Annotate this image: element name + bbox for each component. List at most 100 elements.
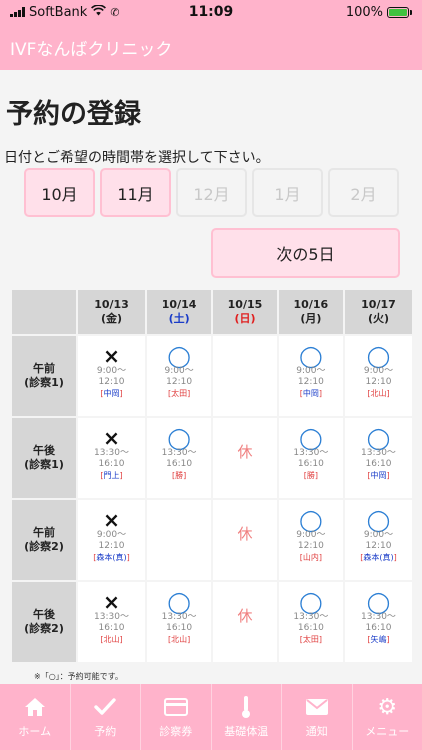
schedule-cell[interactable]: ◯ 13:30～ 16:10 [中岡] <box>344 418 412 498</box>
wifi-icon <box>91 3 107 20</box>
doctor-name: 門上 <box>103 471 120 480</box>
doctor-label: [中岡] <box>367 471 390 480</box>
schedule-row: 午前 (診察2) × 9:00～ 12:10 [森本(真)] 休 ◯ 9:00～ 12:10 [山内… <box>12 500 412 580</box>
call-icon: ✆ <box>110 5 120 19</box>
schedule-cell: × 9:00～ 12:10 [森本(真)] <box>78 500 146 580</box>
schedule-cell: × 9:00～ 12:10 [中岡] <box>78 336 146 416</box>
tab-label: 基礎体温 <box>224 725 269 738</box>
doctor-label: [勝] <box>171 471 187 480</box>
closed-mark: 休 <box>237 525 253 543</box>
next-5-days-button[interactable]: 次の5日 <box>211 228 400 278</box>
day-header: 10/13 (金) <box>78 290 146 334</box>
slot-header: 午前 (診察2) <box>12 500 76 580</box>
available-mark: ◯ <box>366 590 391 614</box>
day-date: 10/15 <box>227 298 263 311</box>
doctor-name: 山内 <box>302 553 319 562</box>
schedule-row: 午前 (診察1) × 9:00～ 12:10 [中岡] ◯ 9:00～ 12:10 [太田] ◯ 9:… <box>12 336 412 416</box>
schedule-row: 午後 (診察2) × 13:30～ 16:10 [北山] ◯ 13:30～ 16:10 [北山] 休… <box>12 582 412 662</box>
month-button-jan: 1月 <box>252 168 323 217</box>
schedule-cell[interactable]: ◯ 9:00～ 12:10 [北山] <box>344 336 412 416</box>
schedule-cell[interactable]: ◯ 9:00～ 12:10 [中岡] <box>278 336 343 416</box>
day-header: 10/16 (月) <box>278 290 343 334</box>
schedule-cell[interactable]: ◯ 13:30～ 16:10 [矢嶋] <box>344 582 412 662</box>
schedule-cell: 休 <box>213 500 277 580</box>
doctor-label: [森本(真)] <box>360 553 397 562</box>
day-weekday: (金) <box>100 312 123 325</box>
tab-notifications[interactable]: 通知 <box>282 684 353 750</box>
slot-time-end: 12:10 <box>365 541 392 551</box>
slot-time-end: 16:10 <box>166 459 193 469</box>
tab-basal-temperature[interactable]: 基礎体温 <box>212 684 282 750</box>
tab-patient-card[interactable]: 診察券 <box>141 684 212 750</box>
doctor-name: 勝 <box>306 471 315 480</box>
doctor-name: 森本(真) <box>363 553 394 562</box>
mail-icon <box>305 695 329 719</box>
doctor-name: 矢嶋 <box>370 635 387 644</box>
schedule-grid: 10/13 (金) 10/14 (土) 10/15 (日) 10/16 (月) 10/1… <box>10 288 414 664</box>
slot-time-end: 16:10 <box>98 623 125 633</box>
doctor-name: 中岡 <box>103 389 120 398</box>
slot-period: 午前 <box>33 526 55 539</box>
schedule-cell <box>213 336 277 416</box>
slot-time-start: 13:30～ <box>161 448 197 458</box>
month-button-oct[interactable]: 10月 <box>24 168 95 217</box>
schedule-cell[interactable]: ◯ 9:00～ 12:10 [森本(真)] <box>344 500 412 580</box>
schedule-cell[interactable]: ◯ 13:30～ 16:10 [太田] <box>278 582 343 662</box>
closed-mark: 休 <box>237 443 253 461</box>
slot-time-start: 13:30～ <box>361 448 396 458</box>
tab-label: メニュー <box>365 725 410 738</box>
tab-reservation[interactable]: 予約 <box>71 684 141 750</box>
available-mark: ◯ <box>167 426 191 450</box>
available-mark: ◯ <box>299 426 323 450</box>
schedule-cell[interactable]: ◯ 9:00～ 12:10 [山内] <box>278 500 343 580</box>
tab-label: 診察券 <box>159 725 193 738</box>
doctor-name: 太田 <box>171 389 188 398</box>
thermometer-icon <box>234 695 258 719</box>
available-mark: ◯ <box>366 508 391 532</box>
doctor-label: [北山] <box>367 389 390 398</box>
slot-time-end: 12:10 <box>297 541 324 551</box>
status-bar: SoftBank ✆ 11:09 100% <box>0 0 422 24</box>
doctor-label: [矢嶋] <box>367 635 390 644</box>
doctor-name: 北山 <box>370 389 387 398</box>
battery-percent: 100% <box>345 4 383 20</box>
available-mark: ◯ <box>299 590 323 614</box>
slot-room: (診察1) <box>24 458 64 471</box>
schedule-cell[interactable]: ◯ 9:00～ 12:10 [太田] <box>147 336 212 416</box>
slot-time-start: 13:30～ <box>161 612 197 622</box>
bottom-tab-bar: ホーム 予約 診察券 基礎体温 通知 ⚙ メニュー <box>0 684 422 750</box>
schedule-cell[interactable]: ◯ 13:30～ 16:10 [勝] <box>278 418 343 498</box>
doctor-label: [中岡] <box>100 389 123 398</box>
available-mark: ◯ <box>366 426 391 450</box>
availability-note: ※「○」：予約可能です。 <box>34 672 123 681</box>
month-button-feb: 2月 <box>328 168 399 217</box>
carrier-label: SoftBank <box>29 4 88 20</box>
day-header: 10/14 (土) <box>147 290 212 334</box>
slot-time-start: 9:00～ <box>164 366 194 376</box>
slot-time-end: 12:10 <box>297 377 324 387</box>
schedule-cell[interactable]: ◯ 13:30～ 16:10 [北山] <box>147 582 212 662</box>
slot-time-start: 13:30～ <box>94 448 129 458</box>
day-weekday: (土) <box>168 312 190 325</box>
doctor-name: 中岡 <box>370 471 387 480</box>
slot-time-end: 12:10 <box>365 377 392 387</box>
full-mark: × <box>103 508 120 532</box>
app-bar: IVFなんばクリニック <box>0 24 422 70</box>
tab-menu[interactable]: ⚙ メニュー <box>353 684 422 750</box>
day-header: 10/17 (火) <box>344 290 412 334</box>
slot-period: 午前 <box>33 362 55 375</box>
page-title: 予約の登録 <box>6 99 141 130</box>
slot-header: 午前 (診察1) <box>12 336 76 416</box>
available-mark: ◯ <box>299 344 323 368</box>
doctor-name: 中岡 <box>302 389 319 398</box>
tab-home[interactable]: ホーム <box>0 684 71 750</box>
slot-time-start: 13:30～ <box>94 612 129 622</box>
slot-time-end: 12:10 <box>98 377 125 387</box>
slot-header: 午後 (診察2) <box>12 582 76 662</box>
tab-label: ホーム <box>18 725 52 738</box>
month-button-nov[interactable]: 11月 <box>100 168 171 217</box>
schedule-cell[interactable]: ◯ 13:30～ 16:10 [勝] <box>147 418 212 498</box>
doctor-name: 北山 <box>103 635 120 644</box>
doctor-name: 勝 <box>175 471 184 480</box>
slot-period: 午後 <box>33 444 55 457</box>
